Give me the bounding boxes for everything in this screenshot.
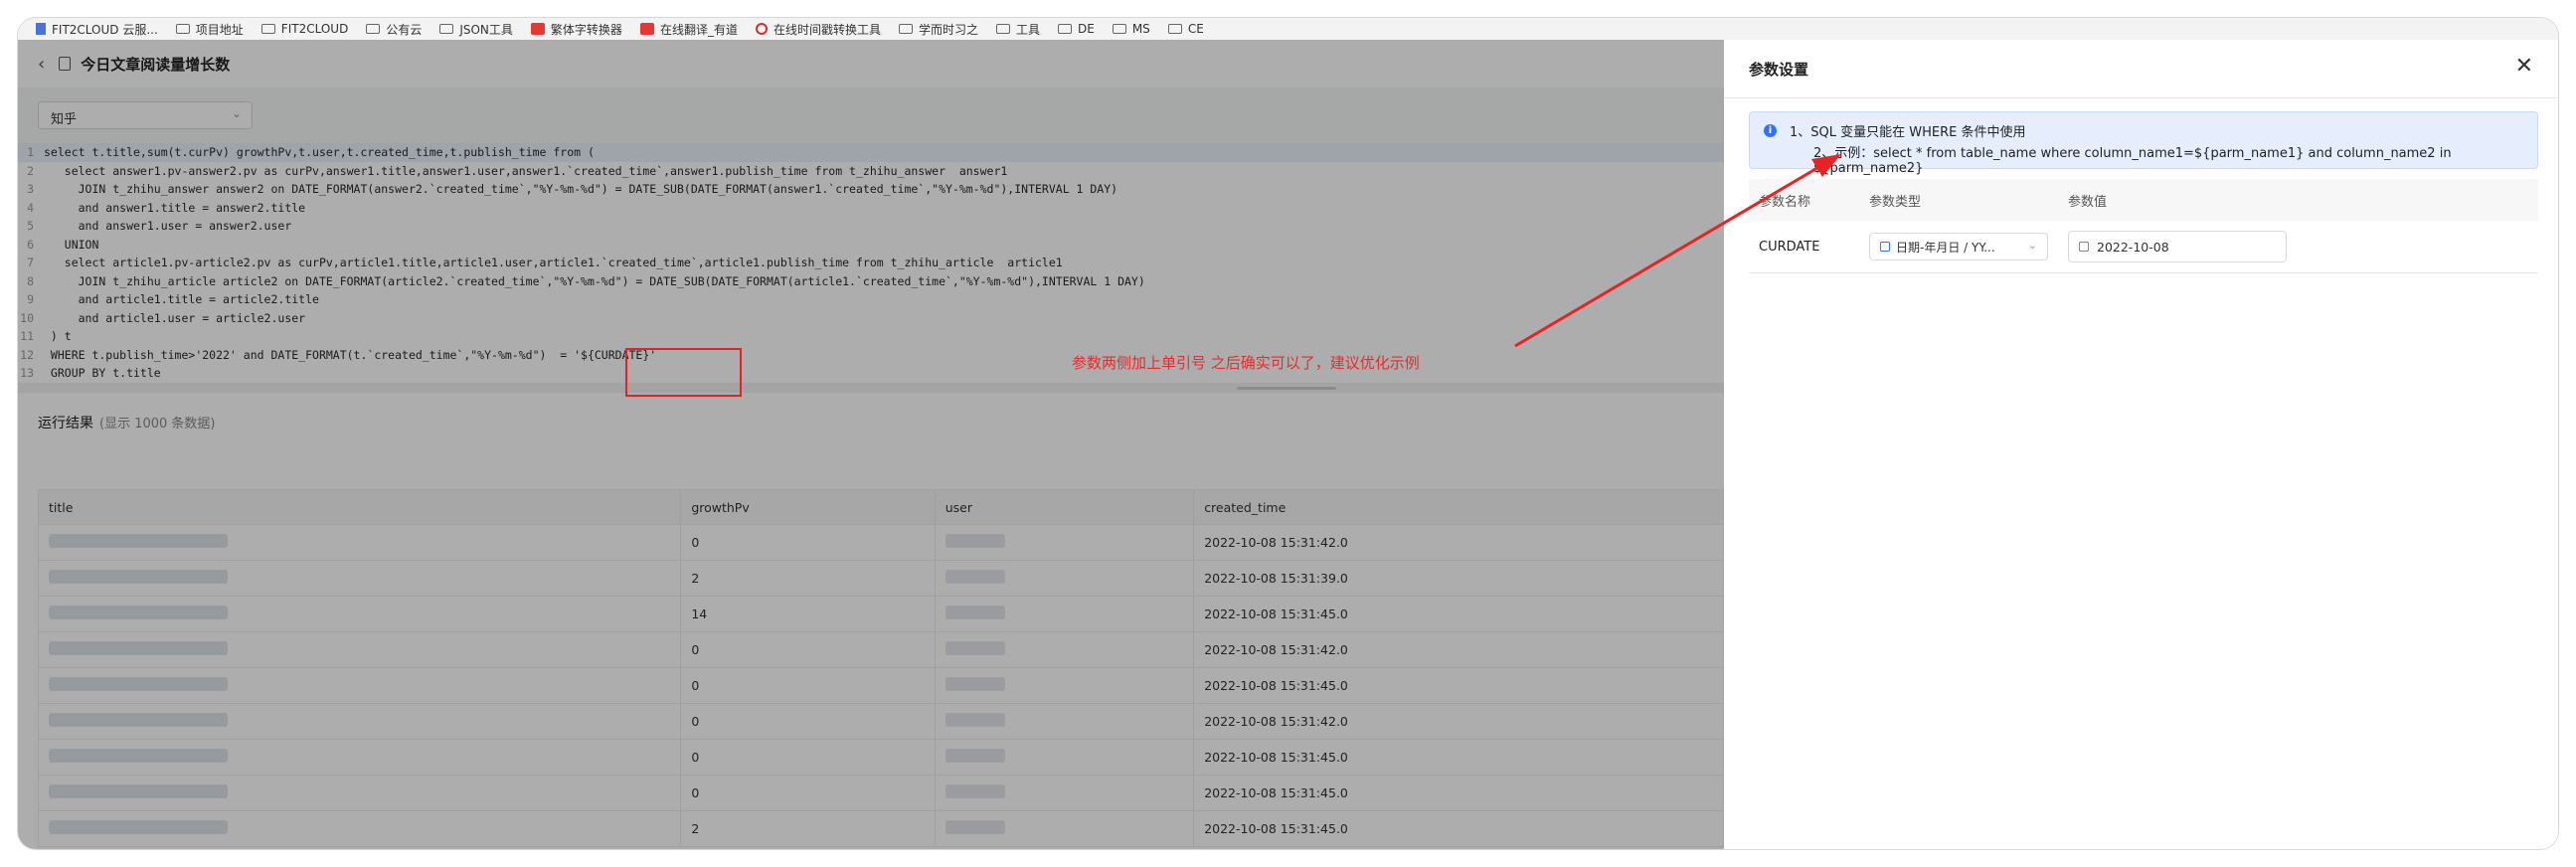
folder-icon bbox=[260, 24, 275, 34]
param-row: CURDATE 日期-年月日 / YY... ⌄ 2022-10-08 bbox=[1749, 221, 2538, 273]
browser-window: FIT2CLOUD 云服... 项目地址 FIT2CLOUD 公有云 JSON工… bbox=[18, 18, 2558, 849]
bookmark[interactable]: 在线时间戳转换工具 bbox=[755, 21, 881, 38]
folder-icon bbox=[898, 24, 913, 34]
param-type-select[interactable]: 日期-年月日 / YY... ⌄ bbox=[1869, 233, 2048, 260]
bookmark[interactable]: 项目地址 bbox=[175, 21, 244, 38]
bookmark[interactable]: 在线翻译_有道 bbox=[639, 21, 738, 38]
clock-icon bbox=[755, 23, 768, 35]
folder-icon bbox=[1112, 24, 1126, 34]
info-icon: i bbox=[1764, 124, 1777, 137]
bookmark[interactable]: 学而时习之 bbox=[898, 21, 978, 38]
bookmark[interactable]: 工具 bbox=[995, 21, 1040, 38]
annotation-text: 参数两侧加上单引号 之后确实可以了，建议优化示例 bbox=[1072, 354, 1420, 372]
bookmark[interactable]: MS bbox=[1112, 22, 1150, 36]
bookmark[interactable]: 繁体字转换器 bbox=[530, 21, 622, 38]
bookmark[interactable]: FIT2CLOUD 云服... bbox=[36, 21, 158, 38]
drawer-header: 参数设置 ✕ bbox=[1724, 40, 2558, 98]
bookmark[interactable]: JSON工具 bbox=[439, 21, 513, 38]
param-name: CURDATE bbox=[1759, 239, 1820, 255]
param-table: 参数名称 参数类型 参数值 CURDATE 日期-年月日 / YY... ⌄ 2 bbox=[1749, 179, 2538, 273]
bookmark[interactable]: 公有云 bbox=[366, 21, 422, 38]
bookmark-flag-icon bbox=[36, 23, 46, 35]
folder-icon bbox=[175, 24, 190, 34]
param-value-datepicker[interactable]: 2022-10-08 bbox=[2068, 231, 2287, 262]
folder-icon bbox=[439, 24, 454, 34]
calendar-icon bbox=[2079, 242, 2089, 252]
annotation-highlight-box bbox=[625, 348, 742, 397]
folder-icon bbox=[1058, 24, 1072, 34]
info-alert: i 1、SQL 变量只能在 WHERE 条件中使用 2、示例：select * … bbox=[1749, 111, 2538, 176]
folder-icon bbox=[1167, 24, 1182, 34]
bookmark[interactable]: DE bbox=[1058, 22, 1095, 36]
close-icon[interactable]: ✕ bbox=[2515, 54, 2533, 79]
calendar-icon bbox=[1880, 242, 1890, 252]
param-settings-drawer: 参数设置 ✕ i 1、SQL 变量只能在 WHERE 条件中使用 2、示例：se… bbox=[1724, 40, 2558, 849]
param-table-header: 参数名称 参数类型 参数值 bbox=[1749, 179, 2538, 221]
info-line: 1、SQL 变量只能在 WHERE 条件中使用 bbox=[1790, 125, 2026, 140]
folder-icon bbox=[366, 24, 381, 34]
bookmarks-bar: FIT2CLOUD 云服... 项目地址 FIT2CLOUD 公有云 JSON工… bbox=[18, 18, 2558, 40]
drawer-title: 参数设置 bbox=[1749, 61, 1809, 79]
converter-icon bbox=[530, 23, 545, 35]
modal-mask[interactable] bbox=[18, 40, 1724, 849]
chevron-down-icon: ⌄ bbox=[2027, 239, 2037, 252]
bookmark[interactable]: FIT2CLOUD bbox=[260, 22, 348, 36]
folder-icon bbox=[995, 24, 1010, 34]
youdao-icon bbox=[639, 23, 654, 35]
info-line: 2、示例：select * from table_name where colu… bbox=[1813, 146, 2452, 176]
bookmark[interactable]: CE bbox=[1167, 22, 1204, 36]
